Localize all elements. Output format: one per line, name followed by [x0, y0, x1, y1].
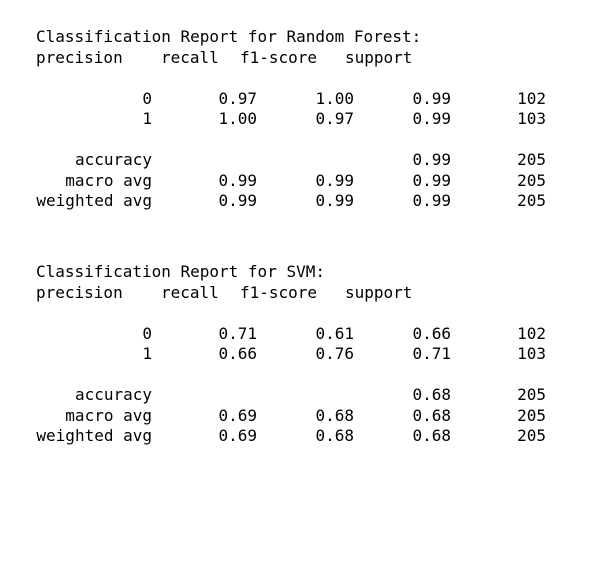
cell-precision: 0.69: [218, 426, 257, 445]
cell-recall: 0.61: [315, 323, 354, 343]
cell-f1-score: 0.71: [412, 344, 451, 363]
class-row: 0 0.71 0.61 0.66 102: [36, 324, 576, 345]
row-label: 0: [142, 88, 152, 108]
cell-support: 103: [517, 109, 546, 128]
row-label: accuracy: [74, 385, 152, 404]
report-title-line: Classification Report for SVM:: [36, 262, 576, 283]
header-f1-score: f1-score: [240, 47, 318, 67]
row-label: accuracy: [74, 150, 152, 169]
cell-support: 205: [517, 405, 546, 425]
cell-precision: 0.97: [218, 88, 257, 108]
header-recall: recall: [161, 47, 219, 67]
class-row: 1 1.00 0.97 0.99 103: [36, 109, 576, 130]
cell-support: 102: [517, 88, 546, 108]
row-label: 1: [142, 109, 152, 128]
header-precision: precision: [36, 282, 123, 302]
cell-precision: 0.66: [218, 344, 257, 363]
cell-recall: 0.97: [315, 109, 354, 128]
report-title: Classification Report for Random Forest:: [36, 27, 422, 46]
cell-f1-score: 0.99: [412, 150, 451, 169]
row-label: macro avg: [65, 405, 152, 425]
header-support: support: [345, 282, 413, 302]
cell-precision: 0.71: [218, 323, 257, 343]
summary-row-macro-avg: macro avg 0.69 0.68 0.68 205: [36, 406, 576, 427]
header-recall: recall: [161, 282, 219, 302]
summary-row-macro-avg: macro avg 0.99 0.99 0.99 205: [36, 171, 576, 192]
summary-row-accuracy: accuracy 0.68 205: [36, 385, 576, 406]
header-precision: precision: [36, 47, 123, 67]
cell-precision: 0.99: [218, 170, 257, 190]
cell-support: 205: [517, 385, 546, 404]
header-f1-score: f1-score: [240, 282, 318, 302]
cell-recall: 1.00: [315, 88, 354, 108]
cell-recall: 0.99: [315, 170, 354, 190]
row-label: 0: [142, 323, 152, 343]
row-label: weighted avg: [36, 191, 152, 210]
cell-support: 205: [517, 150, 546, 169]
cell-recall: 0.99: [315, 191, 354, 210]
cell-recall: 0.68: [315, 426, 354, 445]
summary-row-weighted-avg: weighted avg 0.69 0.68 0.68 205: [36, 426, 576, 447]
cell-support: 102: [517, 323, 546, 343]
cell-f1-score: 0.66: [412, 323, 451, 343]
cell-support: 205: [517, 426, 546, 445]
cell-support: 205: [517, 191, 546, 210]
cell-precision: 0.69: [218, 405, 257, 425]
cell-support: 103: [517, 344, 546, 363]
cell-f1-score: 0.68: [412, 405, 451, 425]
header-row: precision recall f1-score support: [36, 283, 576, 304]
cell-f1-score: 0.68: [412, 385, 451, 404]
row-label: 1: [142, 344, 152, 363]
summary-row-accuracy: accuracy 0.99 205: [36, 150, 576, 171]
cell-recall: 0.76: [315, 344, 354, 363]
cell-precision: 1.00: [218, 109, 257, 128]
class-row: 0 0.97 1.00 0.99 102: [36, 89, 576, 110]
report-svm: Classification Report for SVM: precision…: [36, 262, 576, 447]
summary-row-weighted-avg: weighted avg 0.99 0.99 0.99 205: [36, 191, 576, 212]
cell-recall: 0.68: [315, 405, 354, 425]
report-title-line: Classification Report for Random Forest:: [36, 27, 576, 48]
row-label: weighted avg: [36, 426, 152, 445]
report-title: Classification Report for SVM:: [36, 262, 325, 281]
cell-f1-score: 0.99: [412, 88, 451, 108]
cell-f1-score: 0.99: [412, 170, 451, 190]
cell-f1-score: 0.99: [412, 109, 451, 128]
header-row: precision recall f1-score support: [36, 48, 576, 69]
cell-support: 205: [517, 170, 546, 190]
cell-f1-score: 0.99: [412, 191, 451, 210]
class-row: 1 0.66 0.76 0.71 103: [36, 344, 576, 365]
row-label: macro avg: [65, 170, 152, 190]
header-support: support: [345, 47, 413, 67]
report-random-forest: Classification Report for Random Forest:…: [36, 27, 576, 212]
cell-precision: 0.99: [218, 191, 257, 210]
cell-f1-score: 0.68: [412, 426, 451, 445]
